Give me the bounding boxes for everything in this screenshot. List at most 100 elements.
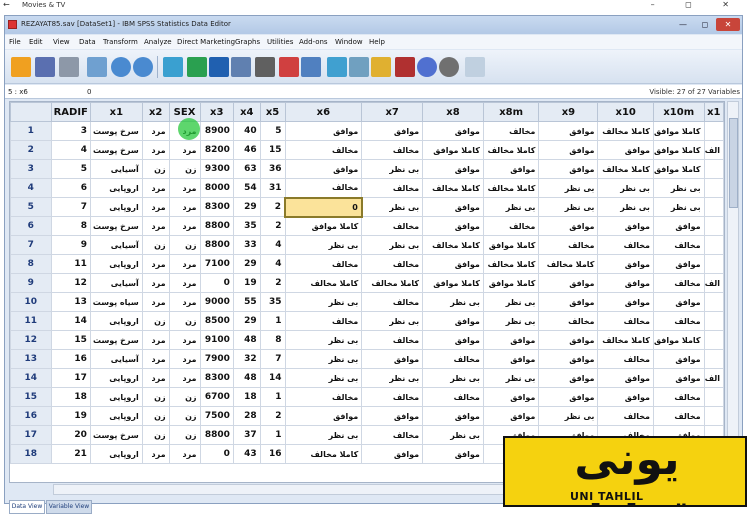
data-cell[interactable]: 2 bbox=[259, 216, 286, 236]
data-cell[interactable]: موافق bbox=[422, 121, 484, 141]
data-cell[interactable]: مرد bbox=[168, 349, 201, 369]
goto-case-icon[interactable] bbox=[163, 57, 183, 77]
data-cell[interactable]: کاملا مخالف bbox=[284, 273, 363, 293]
data-cell[interactable]: 8900 bbox=[199, 121, 234, 141]
data-cell[interactable]: مرد bbox=[141, 178, 170, 198]
data-cell[interactable]: مخالف bbox=[284, 254, 363, 274]
menu-utilities[interactable]: Utilities bbox=[267, 38, 293, 46]
data-cell[interactable]: 37 bbox=[232, 425, 261, 445]
data-cell[interactable]: مرد bbox=[168, 330, 201, 350]
data-cell[interactable]: بی نظر bbox=[597, 178, 654, 198]
data-cell[interactable]: مخالف bbox=[652, 311, 705, 331]
data-cell[interactable]: 19 bbox=[232, 273, 261, 293]
data-cell[interactable]: مخالف bbox=[361, 292, 424, 312]
data-cell[interactable]: مرد bbox=[141, 292, 170, 312]
data-cell[interactable]: بی نظر bbox=[422, 425, 484, 445]
find-icon[interactable] bbox=[255, 57, 275, 77]
data-cell[interactable]: 8800 bbox=[199, 216, 234, 236]
data-cell[interactable]: 8 bbox=[50, 216, 91, 236]
menu-graphs[interactable]: Graphs bbox=[235, 38, 260, 46]
data-cell[interactable]: مرد bbox=[141, 254, 170, 274]
data-cell[interactable]: کاملا مخالف bbox=[361, 273, 424, 293]
data-cell[interactable]: بی نظر bbox=[538, 406, 599, 426]
data-cell[interactable]: 29 bbox=[232, 311, 261, 331]
data-cell[interactable]: بی نظر bbox=[361, 235, 424, 255]
data-cell[interactable]: موافق bbox=[482, 159, 540, 179]
row-number[interactable]: 14 bbox=[10, 368, 52, 388]
data-cell[interactable]: 1 bbox=[259, 311, 286, 331]
data-cell[interactable]: مخالف bbox=[482, 216, 540, 236]
data-cell[interactable]: 55 bbox=[232, 292, 261, 312]
dialog-recall-icon[interactable] bbox=[87, 57, 107, 77]
data-cell[interactable]: بی نظر bbox=[284, 292, 363, 312]
data-cell[interactable]: 28 bbox=[232, 406, 261, 426]
data-cell[interactable]: بی نظر bbox=[361, 159, 424, 179]
data-cell[interactable]: مرد bbox=[141, 444, 170, 464]
data-cell[interactable]: موافق bbox=[538, 159, 599, 179]
data-cell[interactable]: بی نظر bbox=[284, 368, 363, 388]
data-cell[interactable]: بی نظر bbox=[284, 425, 363, 445]
data-cell[interactable]: مرد bbox=[141, 216, 170, 236]
data-cell[interactable]: موافق bbox=[422, 254, 484, 274]
data-cell[interactable]: موافق bbox=[482, 349, 540, 369]
data-cell[interactable]: مخالف bbox=[361, 254, 424, 274]
data-cell[interactable]: موافق bbox=[652, 368, 705, 388]
data-cell[interactable]: مخالف bbox=[284, 140, 363, 160]
data-cell[interactable]: مرد bbox=[168, 254, 201, 274]
data-cell[interactable]: 13 bbox=[50, 292, 91, 312]
data-cell[interactable]: موافق bbox=[538, 387, 599, 407]
column-header[interactable]: x8m bbox=[482, 102, 540, 122]
data-cell[interactable]: 0 bbox=[199, 444, 234, 464]
data-cell[interactable]: بی نظر bbox=[422, 368, 484, 388]
row-number[interactable]: 1 bbox=[10, 121, 52, 141]
data-cell[interactable]: کاملا موافق bbox=[652, 121, 705, 141]
data-cell[interactable]: 3 bbox=[50, 121, 91, 141]
data-cell[interactable]: مخالف bbox=[422, 387, 484, 407]
data-cell[interactable]: مخالف bbox=[652, 387, 705, 407]
data-cell[interactable]: 0 bbox=[199, 273, 234, 293]
data-cell[interactable]: زن bbox=[141, 406, 170, 426]
column-header[interactable]: x1 bbox=[89, 102, 143, 122]
column-header[interactable]: x10m bbox=[652, 102, 705, 122]
data-cell[interactable]: مرد bbox=[141, 368, 170, 388]
value-labels-icon[interactable] bbox=[395, 57, 415, 77]
data-cell[interactable]: بی نظر bbox=[361, 197, 424, 217]
menu-edit[interactable]: Edit bbox=[29, 38, 43, 46]
data-cell[interactable]: 5 bbox=[259, 121, 286, 141]
data-cell[interactable]: بی نظر bbox=[284, 330, 363, 350]
data-cell[interactable]: 35 bbox=[259, 292, 286, 312]
data-cell[interactable]: اروپایی bbox=[89, 197, 143, 217]
data-cell[interactable]: 6 bbox=[50, 178, 91, 198]
data-cell[interactable]: 8800 bbox=[199, 425, 234, 445]
data-cell[interactable]: زن bbox=[141, 235, 170, 255]
data-cell[interactable]: مخالف bbox=[482, 121, 540, 141]
data-cell[interactable]: 9000 bbox=[199, 292, 234, 312]
data-cell[interactable]: موافق bbox=[482, 330, 540, 350]
data-cell[interactable]: زن bbox=[141, 425, 170, 445]
data-cell[interactable]: موافق bbox=[597, 387, 654, 407]
data-cell[interactable]: کاملا مخالف bbox=[482, 178, 540, 198]
data-cell[interactable]: زن bbox=[168, 235, 201, 255]
data-cell[interactable]: مرد bbox=[141, 273, 170, 293]
data-cell[interactable]: موافق bbox=[422, 311, 484, 331]
data-cell[interactable]: 46 bbox=[232, 140, 261, 160]
data-cell[interactable]: موافق bbox=[597, 273, 654, 293]
use-sets-icon[interactable] bbox=[417, 57, 437, 77]
outer-window-controls[interactable]: – ◻ ✕ bbox=[651, 0, 743, 9]
tab-variable-view[interactable]: Variable View bbox=[46, 500, 92, 514]
data-cell[interactable]: 18 bbox=[50, 387, 91, 407]
weight-cases-icon[interactable] bbox=[349, 57, 369, 77]
data-cell[interactable]: سرخ پوست bbox=[89, 216, 143, 236]
data-cell[interactable]: بی نظر bbox=[284, 235, 363, 255]
data-cell[interactable]: مخالف bbox=[597, 406, 654, 426]
data-cell[interactable]: موافق bbox=[422, 330, 484, 350]
data-cell[interactable]: 1 bbox=[259, 387, 286, 407]
data-cell[interactable]: اروپایی bbox=[89, 368, 143, 388]
column-header[interactable]: x9 bbox=[538, 102, 599, 122]
data-cell[interactable]: 1 bbox=[259, 425, 286, 445]
scrollbar-thumb[interactable] bbox=[729, 118, 738, 208]
data-cell[interactable]: 29 bbox=[232, 254, 261, 274]
data-cell[interactable]: 63 bbox=[232, 159, 261, 179]
data-cell[interactable]: اروپایی bbox=[89, 178, 143, 198]
data-cell[interactable]: سرخ پوست bbox=[89, 330, 143, 350]
